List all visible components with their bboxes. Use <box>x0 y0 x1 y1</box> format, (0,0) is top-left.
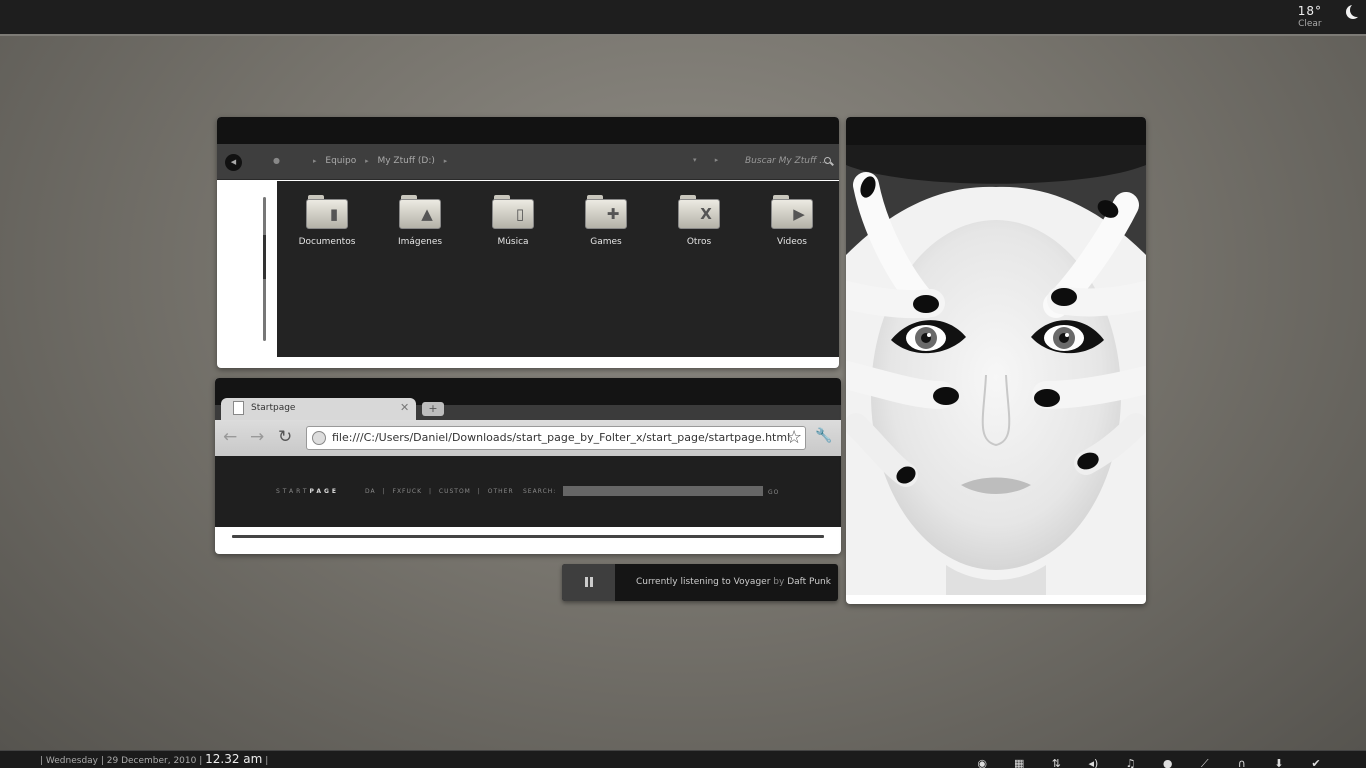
wrench-icon[interactable]: 🔧 <box>815 428 832 444</box>
url-text[interactable]: file:///C:/Users/Daniel/Downloads/start_… <box>332 431 790 444</box>
portrait-image <box>846 145 1146 595</box>
gamepad-icon: ✚ <box>585 195 627 229</box>
page-icon <box>233 401 244 415</box>
tab-title: Startpage <box>251 403 296 413</box>
back-arrow-icon[interactable]: ← <box>223 427 237 447</box>
folder-games[interactable]: ✚ Games <box>566 195 646 247</box>
folder-label: Games <box>590 237 622 247</box>
moon-icon <box>1350 3 1364 17</box>
date-text: | Wednesday | 29 December, 2010 | <box>40 756 203 766</box>
browser-toolbar: ← → ↻ file:///C:/Users/Daniel/Downloads/… <box>215 420 841 456</box>
music-player-icon: ▯ <box>492 195 534 229</box>
scrollbar-thumb[interactable] <box>263 235 266 279</box>
forward-button[interactable]: ● <box>273 156 280 165</box>
search-label: SEARCH: <box>523 488 557 495</box>
search-icon[interactable] <box>824 157 831 164</box>
folder-label: Música <box>497 237 529 247</box>
dropdown-icon[interactable]: ▾ <box>693 156 697 164</box>
track-title: Voyager <box>733 577 771 587</box>
photo-widget <box>846 117 1146 604</box>
close-icon[interactable]: ✕ <box>400 401 409 414</box>
explorer-window: ◀ ● ▸ Equipo ▸ My Ztuff (D:) ▸ ▾ ▸ Busca… <box>217 117 839 368</box>
headphones-icon[interactable]: ∩ <box>1232 757 1252 768</box>
globe-icon <box>312 431 326 445</box>
music-note-icon[interactable]: ♫ <box>1121 757 1141 768</box>
folder-imagenes[interactable]: ▲ Imágenes <box>380 195 460 247</box>
music-player: Currently listening to Voyager by Daft P… <box>562 564 838 601</box>
top-bar: 18° Clear <box>0 0 1366 36</box>
folder-label: Otros <box>686 237 712 247</box>
reload-icon[interactable]: ↻ <box>278 427 292 447</box>
play-icon: ▶ <box>771 195 813 229</box>
document-icon: ▮ <box>306 195 348 229</box>
weather-condition: Clear <box>1298 19 1322 29</box>
folder-otros[interactable]: X Otros <box>659 195 739 247</box>
link-custom[interactable]: CUSTOM <box>439 488 471 495</box>
system-tray: ◉ ▦ ⇅ ◂) ♫ ● ⟋ ∩ ⬇ ✔ <box>960 752 1326 768</box>
taskbar: | Wednesday | 29 December, 2010 | 12.32 … <box>0 750 1366 768</box>
folder-documentos[interactable]: ▮ Documentos <box>287 195 367 247</box>
forward-arrow-icon[interactable]: → <box>250 427 264 447</box>
refresh-icon[interactable]: ▸ <box>715 156 719 164</box>
folder-musica[interactable]: ▯ Música <box>473 195 553 247</box>
download-icon[interactable]: ⬇ <box>1269 757 1289 768</box>
browser-window: Startpage ✕ + ← → ↻ file:///C:/Users/Dan… <box>215 378 841 554</box>
search-input[interactable]: Buscar My Ztuff ... <box>745 156 828 166</box>
photo-titlebar[interactable] <box>846 117 1146 145</box>
startpage-logo: STARTPAGE <box>276 488 340 495</box>
clock: | Wednesday | 29 December, 2010 | 12.32 … <box>40 752 269 766</box>
tab-startpage[interactable]: Startpage ✕ <box>221 398 416 420</box>
breadcrumb: ▸ Equipo ▸ My Ztuff (D:) ▸ <box>313 156 448 166</box>
explorer-titlebar[interactable] <box>217 117 839 144</box>
folder-label: Documentos <box>298 237 356 247</box>
now-playing: Currently listening to Voyager by Daft P… <box>636 577 831 587</box>
star-icon[interactable]: ☆ <box>786 427 802 448</box>
breadcrumb-item-equipo[interactable]: Equipo <box>325 156 356 166</box>
x-icon: X <box>678 195 720 229</box>
horizontal-scrollbar[interactable] <box>232 535 824 538</box>
artist-name: Daft Punk <box>787 577 831 587</box>
weather-widget[interactable]: 18° Clear <box>1298 4 1322 29</box>
checkmark-icon[interactable]: ✔ <box>1306 757 1326 768</box>
time-text: 12.32 am <box>205 752 263 766</box>
startpage-links: DA | FXFUCK | CUSTOM | OTHER <box>365 488 514 495</box>
folder-label: Imágenes <box>397 237 443 247</box>
folder-videos[interactable]: ▶ Videos <box>752 195 832 247</box>
scrollbar[interactable] <box>263 197 266 341</box>
explorer-address-bar: ◀ ● ▸ Equipo ▸ My Ztuff (D:) ▸ ▾ ▸ Busca… <box>217 144 839 180</box>
link-fxfuck[interactable]: FXFUCK <box>393 488 423 495</box>
grid-icon[interactable]: ▦ <box>1009 757 1029 768</box>
link-other[interactable]: OTHER <box>488 488 514 495</box>
new-tab-button[interactable]: + <box>422 402 444 416</box>
chat-icon[interactable]: ● <box>1158 757 1178 768</box>
temperature: 18° <box>1297 4 1322 18</box>
history-arrows: ▾ ▸ <box>693 156 734 164</box>
volume-icon[interactable]: ◂) <box>1083 757 1103 768</box>
chrome-icon[interactable]: ◉ <box>972 757 992 768</box>
pause-icon[interactable] <box>562 564 615 601</box>
back-button[interactable]: ◀ <box>225 154 242 171</box>
image-icon: ▲ <box>399 195 441 229</box>
startpage-search-input[interactable] <box>563 486 763 496</box>
breadcrumb-item-drive[interactable]: My Ztuff (D:) <box>377 156 434 166</box>
ruler-icon[interactable]: ⟋ <box>1195 757 1215 768</box>
go-button[interactable]: GO <box>768 489 779 496</box>
navigation-pane <box>217 181 277 357</box>
folder-label: Videos <box>777 237 807 247</box>
address-bar[interactable]: file:///C:/Users/Daniel/Downloads/start_… <box>306 426 806 450</box>
startpage-content: STARTPAGE DA | FXFUCK | CUSTOM | OTHER S… <box>215 456 841 527</box>
sliders-icon[interactable]: ⇅ <box>1046 757 1066 768</box>
folder-view: ▮ Documentos ▲ Imágenes ▯ Música ✚ Games… <box>277 181 839 357</box>
link-da[interactable]: DA <box>365 488 376 495</box>
